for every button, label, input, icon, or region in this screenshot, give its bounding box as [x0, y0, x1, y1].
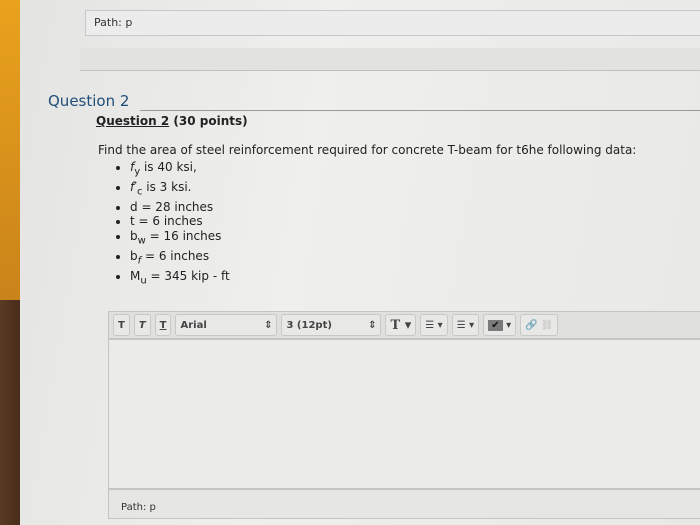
link-icon: 🔗 — [525, 319, 538, 331]
list-item: t = 6 inches — [130, 214, 230, 229]
spellcheck-icon: ✔ — [488, 319, 503, 331]
text-color-button[interactable]: T ▾ — [385, 314, 417, 336]
editor-toolbar: T T T Arial ⇕ 3 (12pt) ⇕ T ▾ ☰ ▾ ☰ ▾ ✔ ▾ 🔗… — [108, 311, 700, 339]
select-arrows-icon: ⇕ — [368, 319, 377, 331]
list-item: bf = 6 inches — [130, 249, 230, 269]
unlink-icon: ⛓ — [540, 319, 554, 331]
numbered-list-button[interactable]: ☰ ▾ — [451, 314, 480, 336]
font-size-select[interactable]: 3 (12pt) ⇕ — [281, 314, 382, 336]
question-link[interactable]: Question 2 — [96, 114, 169, 128]
data-list: fy is 40 ksi, f′c is 3 ksi. d = 28 inche… — [116, 160, 230, 288]
underline-icon: T — [159, 319, 167, 331]
question-subtitle: Question 2 (30 points) — [96, 114, 248, 128]
font-select[interactable]: Arial ⇕ — [175, 314, 278, 336]
text-color-icon: T — [390, 317, 401, 333]
italic-button[interactable]: T — [133, 314, 151, 336]
spellcheck-button[interactable]: ✔ ▾ — [483, 314, 517, 336]
bullet-list-icon: ☰ — [425, 319, 435, 331]
list-item: fy is 40 ksi, — [130, 160, 230, 180]
question-points: (30 points) — [173, 114, 248, 128]
page: Path: p Question 2 Question 2 (30 points… — [20, 0, 700, 525]
question-heading: Question 2 — [48, 92, 130, 110]
top-path-bar: Path: p — [85, 10, 700, 36]
bold-icon: T — [118, 319, 125, 331]
italic-icon: T — [138, 319, 146, 331]
list-item: bw = 16 inches — [130, 229, 230, 249]
bottom-path-bar: Path: p — [108, 489, 700, 519]
answer-editor[interactable] — [108, 339, 700, 489]
list-item: d = 28 inches — [130, 200, 230, 215]
heading-rule — [140, 110, 700, 111]
link-button[interactable]: 🔗 ⛓ — [520, 314, 559, 336]
bullet-list-button[interactable]: ☰ ▾ — [420, 314, 448, 336]
select-arrows-icon: ⇕ — [264, 319, 273, 331]
question-prompt: Find the area of steel reinforcement req… — [98, 143, 637, 157]
divider-band — [80, 48, 700, 71]
list-item: Mu = 345 kip - ft — [130, 269, 230, 289]
list-item: f′c is 3 ksi. — [130, 180, 230, 200]
bold-button[interactable]: T — [113, 314, 130, 336]
numbered-list-icon: ☰ — [456, 319, 466, 331]
underline-button[interactable]: T — [154, 314, 172, 336]
